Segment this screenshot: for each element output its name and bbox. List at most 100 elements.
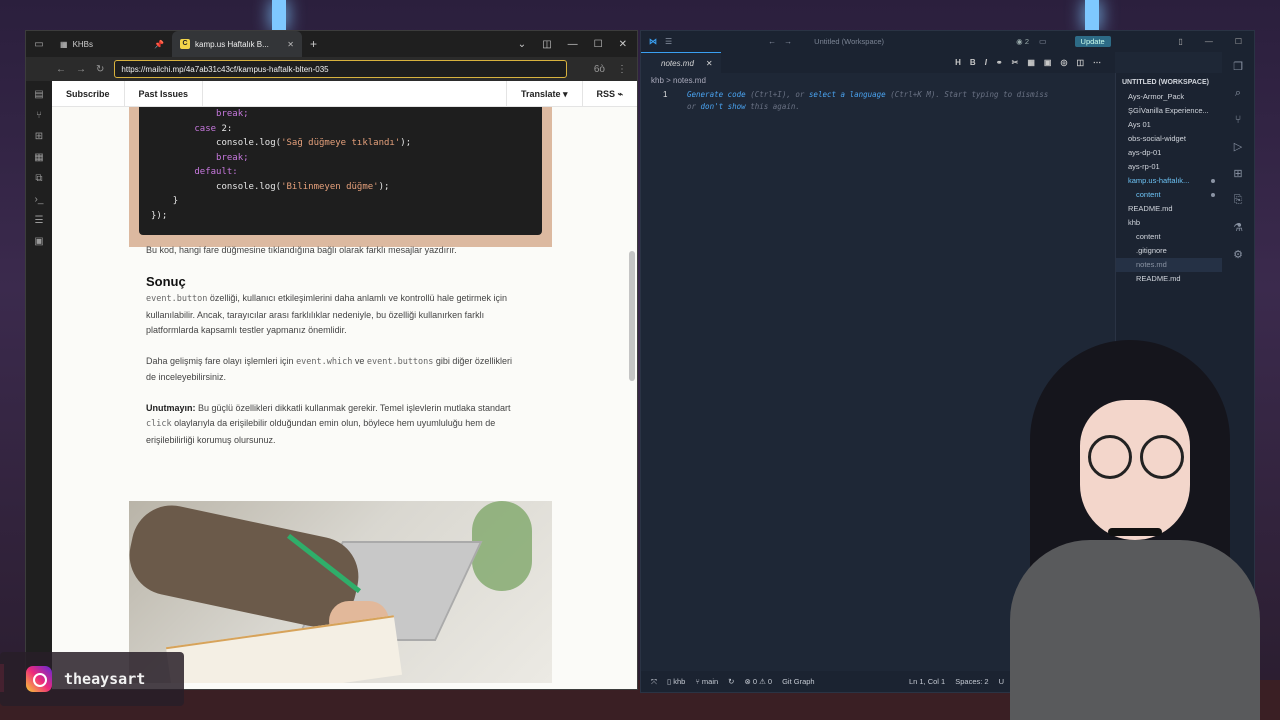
chat-icon[interactable]: ▭ (1039, 37, 1047, 46)
explorer-item[interactable]: kamp.us-haftalık... (1116, 174, 1223, 188)
browser-window: ▭ ▦ KHBs 📌 C kamp.us Haftalık B... ✕ + ⌄… (25, 30, 638, 690)
code-token: ); (378, 181, 390, 192)
close-tab-icon[interactable]: ✕ (287, 40, 294, 49)
code-token: case (194, 123, 217, 134)
split-view-icon[interactable]: ◫ (542, 39, 551, 50)
bold-button[interactable]: B (970, 58, 976, 67)
files-icon[interactable]: ❐ (1233, 60, 1243, 73)
maximize-button[interactable]: ☐ (1235, 37, 1242, 46)
layout-icon[interactable]: ▯ (1178, 37, 1182, 46)
generate-code-link[interactable]: Generate code (687, 90, 746, 99)
explorer-item[interactable]: content (1116, 188, 1223, 202)
modified-dot-icon (1211, 179, 1215, 183)
subscribe-link[interactable]: Subscribe (52, 81, 125, 107)
page-scrollbar[interactable] (629, 251, 635, 381)
settings-icon[interactable]: ⚙ (1233, 248, 1243, 261)
status-folder[interactable]: ▯ khb (667, 677, 685, 686)
select-language-link[interactable]: select a language (809, 90, 886, 99)
forward-icon[interactable]: → (784, 37, 792, 46)
minimize-button[interactable]: — (568, 39, 578, 50)
extensions-icon[interactable]: ⊞ (1233, 167, 1242, 180)
chevron-down-icon[interactable]: ⌄ (518, 39, 526, 50)
calendar-icon[interactable]: ▦ (34, 152, 43, 163)
sync-icon[interactable]: ↻ (728, 677, 734, 686)
source-control-icon[interactable]: ⑂ (1235, 114, 1242, 126)
git-icon[interactable]: ⑂ (36, 110, 42, 121)
explorer-item[interactable]: README.md (1116, 202, 1223, 216)
menu-icon[interactable]: ⋮ (617, 64, 627, 75)
explorer-item[interactable]: notes.md (1116, 258, 1223, 272)
status-branch[interactable]: ⑂ main (695, 677, 718, 686)
address-bar[interactable]: https://mailchi.mp/4a7ab31c43cf/kampus-h… (114, 60, 568, 78)
explorer-item[interactable]: README.md (1116, 272, 1223, 286)
explorer-item[interactable]: khb (1116, 216, 1223, 230)
menu-icon[interactable]: ☰ (665, 37, 672, 46)
copy-icon[interactable]: ⧉ (35, 173, 42, 184)
dont-show-link[interactable]: don't show (701, 102, 746, 111)
back-icon[interactable]: ← (56, 64, 66, 75)
explorer-item[interactable]: Ays-Armor_Pack (1116, 90, 1223, 104)
status-spaces[interactable]: Spaces: 2 (955, 677, 988, 686)
page-icon[interactable]: ▤ (34, 89, 43, 100)
sidebar-toggle-icon[interactable]: ▭ (26, 39, 52, 50)
status-git-graph[interactable]: Git Graph (782, 677, 815, 686)
tab-notes-md[interactable]: notes.md ✕ (641, 52, 721, 73)
grid-icon[interactable]: ▦ (1027, 58, 1035, 67)
reload-icon[interactable]: ↻ (96, 64, 104, 75)
cut-icon[interactable]: ✂ (1012, 58, 1019, 67)
italic-button[interactable]: I (985, 58, 987, 67)
grid-icon: ▦ (60, 39, 68, 49)
breadcrumb[interactable]: khb > notes.md (651, 76, 706, 85)
explorer-item[interactable]: obs-social-widget (1116, 132, 1223, 146)
newsletter-nav: Subscribe Past Issues Translate ▾ RSS ⌁ (52, 81, 637, 107)
back-icon[interactable]: ← (768, 37, 776, 46)
target-icon[interactable]: ◎ (1060, 58, 1067, 67)
minimize-button[interactable]: — (1205, 37, 1213, 46)
update-button[interactable]: Update (1074, 36, 1111, 47)
translate-dropdown[interactable]: Translate ▾ (505, 81, 582, 107)
explorer-item[interactable]: .gitignore (1116, 244, 1223, 258)
remote-icon[interactable]: ⎘ (1234, 194, 1243, 207)
link-icon[interactable]: ⚭ (996, 58, 1003, 67)
code-token: default: (194, 167, 238, 177)
more-icon[interactable]: ⋯ (1093, 58, 1101, 67)
maximize-button[interactable]: ☐ (594, 39, 603, 50)
new-tab-button[interactable]: + (302, 37, 325, 51)
explorer-item[interactable]: content (1116, 230, 1223, 244)
explorer-header[interactable]: UNTITLED (WORKSPACE) (1116, 77, 1223, 90)
heading-button[interactable]: H (955, 58, 961, 67)
close-window-button[interactable]: ✕ (619, 39, 627, 50)
tab-khbs[interactable]: ▦ KHBs 📌 (52, 31, 172, 57)
list-icon[interactable]: ☰ (35, 215, 44, 226)
search-icon[interactable]: ⌕ (1235, 87, 1241, 100)
status-position[interactable]: Ln 1, Col 1 (909, 677, 945, 686)
terminal-icon[interactable]: ›_ (35, 194, 44, 205)
testing-icon[interactable]: ⚗ (1233, 221, 1243, 234)
status-problems[interactable]: ⊗ 0 ⚠ 0 (744, 677, 772, 686)
rss-icon: ⌁ (617, 88, 623, 99)
remote-icon[interactable]: ⤧ (651, 677, 657, 687)
apps-icon[interactable]: ⊞ (35, 131, 43, 142)
rss-link[interactable]: RSS ⌁ (581, 81, 637, 107)
reader-icon[interactable]: 6ò (594, 64, 605, 75)
past-issues-link[interactable]: Past Issues (125, 81, 204, 107)
code-token: 'Sağ düğmeye tıklandı' (281, 138, 401, 148)
folder-icon[interactable]: ▣ (34, 236, 43, 247)
run-debug-icon[interactable]: ▷ (1234, 140, 1242, 153)
close-tab-icon[interactable]: ✕ (706, 59, 713, 68)
pin-icon[interactable]: 📌 (154, 40, 164, 49)
section-heading: Sonuç (146, 273, 186, 289)
notification-badge[interactable]: ◉ 2 (1016, 37, 1029, 46)
explorer-item[interactable]: Ays 01 (1116, 118, 1223, 132)
note-label: Unutmayın: (146, 402, 196, 413)
forward-icon[interactable]: → (76, 64, 86, 75)
image-icon[interactable]: ▣ (1044, 58, 1052, 67)
code-token: ); (400, 138, 412, 148)
command-center-search[interactable]: Untitled (Workspace) (806, 35, 976, 49)
explorer-item[interactable]: ays-dp-01 (1116, 146, 1223, 160)
article-paragraph: Daha gelişmiş fare olayı işlemleri için … (146, 355, 512, 383)
explorer-item[interactable]: ŞGİVanilla Experience... (1116, 104, 1223, 118)
explorer-item[interactable]: ays-rp-01 (1116, 160, 1223, 174)
tab-kampus[interactable]: C kamp.us Haftalık B... ✕ (172, 31, 302, 57)
split-icon[interactable]: ◫ (1076, 58, 1084, 67)
